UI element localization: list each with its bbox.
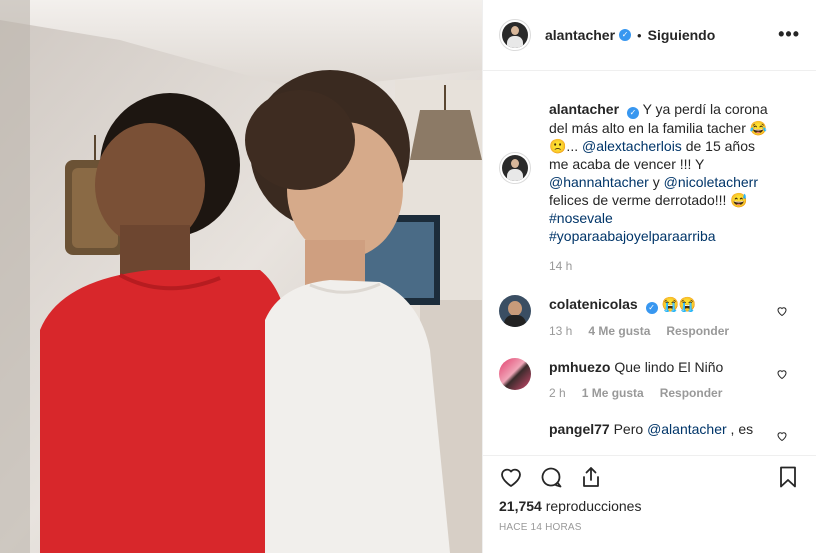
separator-dot: • xyxy=(637,27,642,43)
views-label: reproducciones xyxy=(545,498,642,514)
verified-badge-icon: ✓ xyxy=(626,107,639,119)
caption-avatar[interactable] xyxy=(499,152,531,184)
caption-time[interactable]: 14 h xyxy=(549,259,572,273)
commenter-avatar-spacer xyxy=(499,420,531,452)
views-count[interactable]: 21,754 reproducciones xyxy=(499,498,800,514)
author-avatar[interactable] xyxy=(499,19,531,51)
caption-username[interactable]: alantacher xyxy=(549,101,619,117)
hashtag-link[interactable]: #yoparaabajoyelparaarriba xyxy=(549,228,716,244)
video-frame-illustration xyxy=(0,0,482,553)
following-button[interactable]: Siguiendo xyxy=(648,27,716,43)
comment-text: colatenicolas ✓ 😭😭 xyxy=(549,295,776,314)
post-panel: alantacher ✓ • Siguiendo ••• alantacher … xyxy=(482,0,816,553)
more-options-icon[interactable]: ••• xyxy=(778,24,800,45)
caption-text-part: y xyxy=(648,174,664,190)
reply-button[interactable]: Responder xyxy=(666,324,729,338)
mention-link[interactable]: @alextacherlois xyxy=(582,138,682,154)
action-icons-row xyxy=(499,458,800,496)
comment-meta: 13 h 4 Me gusta Responder xyxy=(549,324,776,338)
reply-button[interactable]: Responder xyxy=(660,386,723,400)
comment-time[interactable]: 13 h xyxy=(549,324,572,338)
post-age[interactable]: HACE 14 HORAS xyxy=(499,522,800,533)
comment-text: pangel77 Pero @alantacher , es xyxy=(549,420,776,438)
comments-list[interactable]: alantacher ✓ Y ya perdí la corona del má… xyxy=(483,72,816,455)
commenter-avatar[interactable] xyxy=(499,358,531,390)
comment-item: pangel77 Pero @alantacher , es xyxy=(499,420,800,452)
comment-username[interactable]: colatenicolas xyxy=(549,296,638,312)
comment-likes[interactable]: 4 Me gusta xyxy=(588,324,650,338)
post-header: alantacher ✓ • Siguiendo ••• xyxy=(483,0,816,71)
comment-heart-icon[interactable] xyxy=(776,305,788,317)
comment-time[interactable]: 2 h xyxy=(549,386,566,400)
comment-icon[interactable] xyxy=(539,465,563,489)
views-number: 21,754 xyxy=(499,498,542,514)
author-username[interactable]: alantacher xyxy=(545,27,615,43)
comment-text: pmhuezo Que lindo El Niño xyxy=(549,358,776,376)
comment-body: 😭😭 xyxy=(661,296,697,312)
comment-item: pmhuezo Que lindo El Niño 2 h 1 Me gusta… xyxy=(499,358,800,400)
comment-item: colatenicolas ✓ 😭😭 13 h 4 Me gusta Respo… xyxy=(499,295,800,338)
caption-text: alantacher ✓ Y ya perdí la corona del má… xyxy=(549,100,776,245)
commenter-avatar[interactable] xyxy=(499,295,531,327)
comment-likes[interactable]: 1 Me gusta xyxy=(582,386,644,400)
verified-badge-icon: ✓ xyxy=(645,302,658,314)
comment-body: Que lindo El Niño xyxy=(614,359,724,375)
comment-username[interactable]: pangel77 xyxy=(549,421,610,437)
mention-link[interactable]: @nicoletacherr xyxy=(664,174,758,190)
comment-body: Pero xyxy=(613,421,648,437)
hashtag-link[interactable]: #nosevale xyxy=(549,210,613,226)
verified-badge-icon: ✓ xyxy=(619,29,632,41)
post-video[interactable] xyxy=(0,0,482,553)
mention-link[interactable]: @alantacher xyxy=(647,421,727,437)
caption-item: alantacher ✓ Y ya perdí la corona del má… xyxy=(499,72,800,273)
comment-heart-icon[interactable] xyxy=(776,430,788,442)
mention-link[interactable]: @hannahtacher xyxy=(549,174,649,190)
post-actions: 21,754 reproducciones HACE 14 HORAS xyxy=(483,455,816,553)
comment-heart-icon[interactable] xyxy=(776,368,788,380)
bookmark-icon[interactable] xyxy=(776,465,800,489)
comment-username[interactable]: pmhuezo xyxy=(549,359,610,375)
comment-meta: 2 h 1 Me gusta Responder xyxy=(549,386,776,400)
caption-text-part: felices de verme derrotado!!! 😅 xyxy=(549,192,748,208)
share-icon[interactable] xyxy=(579,465,603,489)
heart-icon[interactable] xyxy=(499,465,523,489)
caption-meta: 14 h xyxy=(549,259,776,273)
comment-body: , es xyxy=(726,421,754,437)
